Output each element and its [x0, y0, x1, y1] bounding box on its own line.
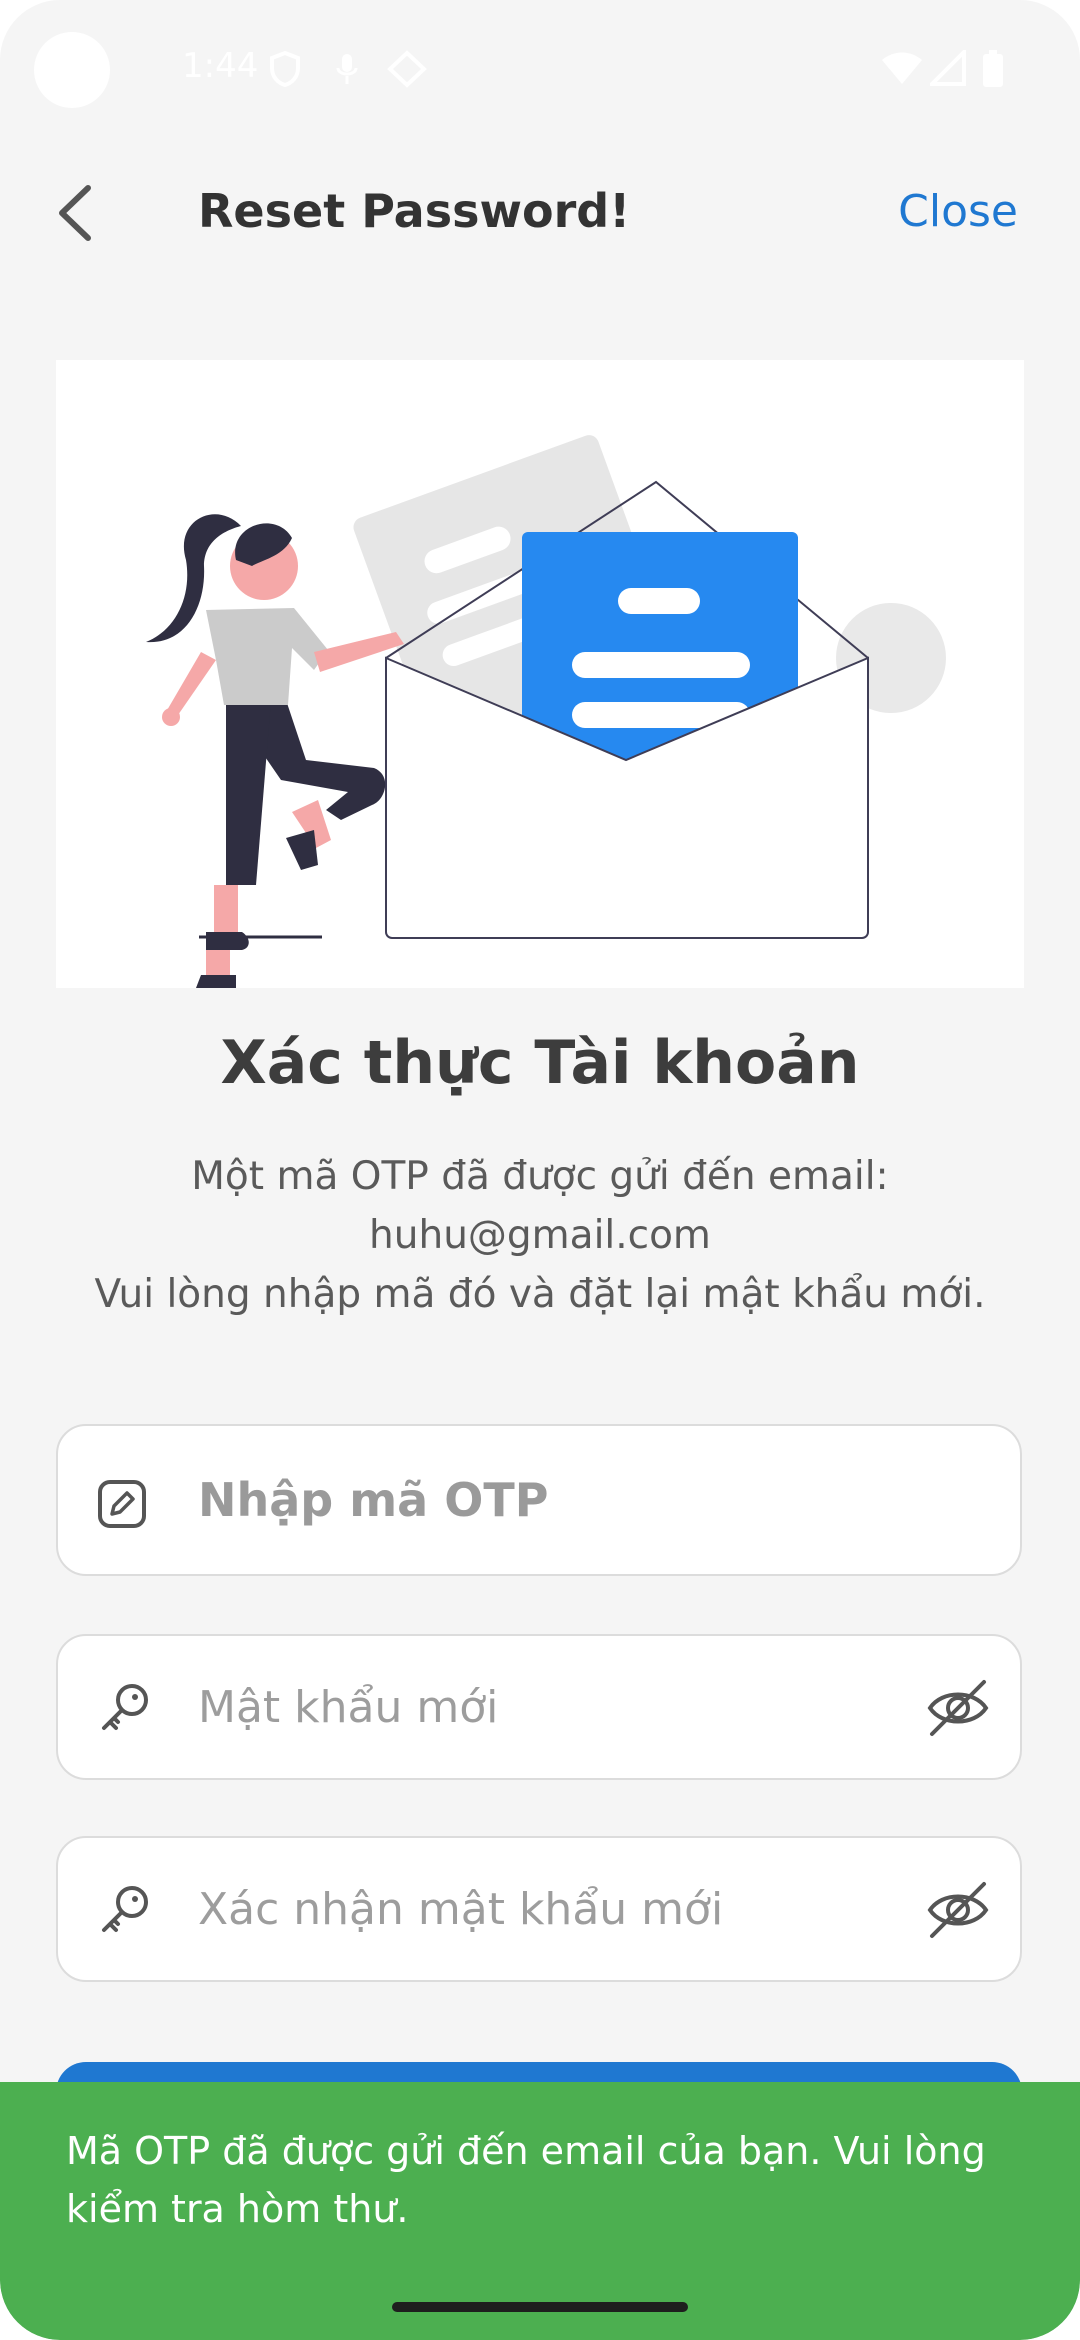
confirm-password-field[interactable]	[56, 1836, 1022, 1982]
email-illustration	[56, 360, 1024, 988]
edit-icon	[98, 1480, 146, 1528]
new-password-field[interactable]	[56, 1634, 1022, 1780]
status-time: 1:44	[182, 46, 259, 86]
phone-screen: 1:44 Reset Password! Close Xác thực Tài …	[0, 0, 1080, 2340]
otp-field[interactable]	[56, 1424, 1022, 1576]
otp-sent-text: Một mã OTP đã được gửi đến email:	[191, 1154, 889, 1199]
status-bar: 1:44	[0, 0, 1080, 140]
otp-input[interactable]	[198, 1426, 938, 1574]
camera-cutout	[34, 32, 110, 108]
battery-icon	[983, 50, 1003, 87]
signal-icon	[930, 50, 966, 86]
confirm-password-input[interactable]	[198, 1838, 938, 1980]
eye-off-icon[interactable]	[926, 1676, 990, 1740]
new-password-input[interactable]	[198, 1636, 938, 1778]
back-arrow-icon	[59, 185, 91, 241]
eye-off-icon[interactable]	[926, 1878, 990, 1942]
back-button[interactable]	[52, 180, 104, 246]
wifi-icon	[882, 52, 922, 84]
home-indicator[interactable]	[392, 2302, 688, 2312]
snackbar-message: Mã OTP đã được gửi đến email của bạn. Vu…	[66, 2129, 986, 2231]
key-icon	[102, 1886, 148, 1932]
cast-icon	[387, 50, 427, 88]
key-icon	[102, 1684, 148, 1730]
instruction-text: Vui lòng nhập mã đó và đặt lại mật khẩu …	[94, 1272, 986, 1317]
email-address-text: huhu@gmail.com	[369, 1213, 711, 1258]
page-title: Reset Password!	[198, 184, 631, 238]
verify-account-heading: Xác thực Tài khoản	[220, 1028, 860, 1098]
mic-icon	[336, 54, 358, 84]
shield-icon	[270, 50, 300, 88]
close-button[interactable]: Close	[898, 186, 1018, 237]
